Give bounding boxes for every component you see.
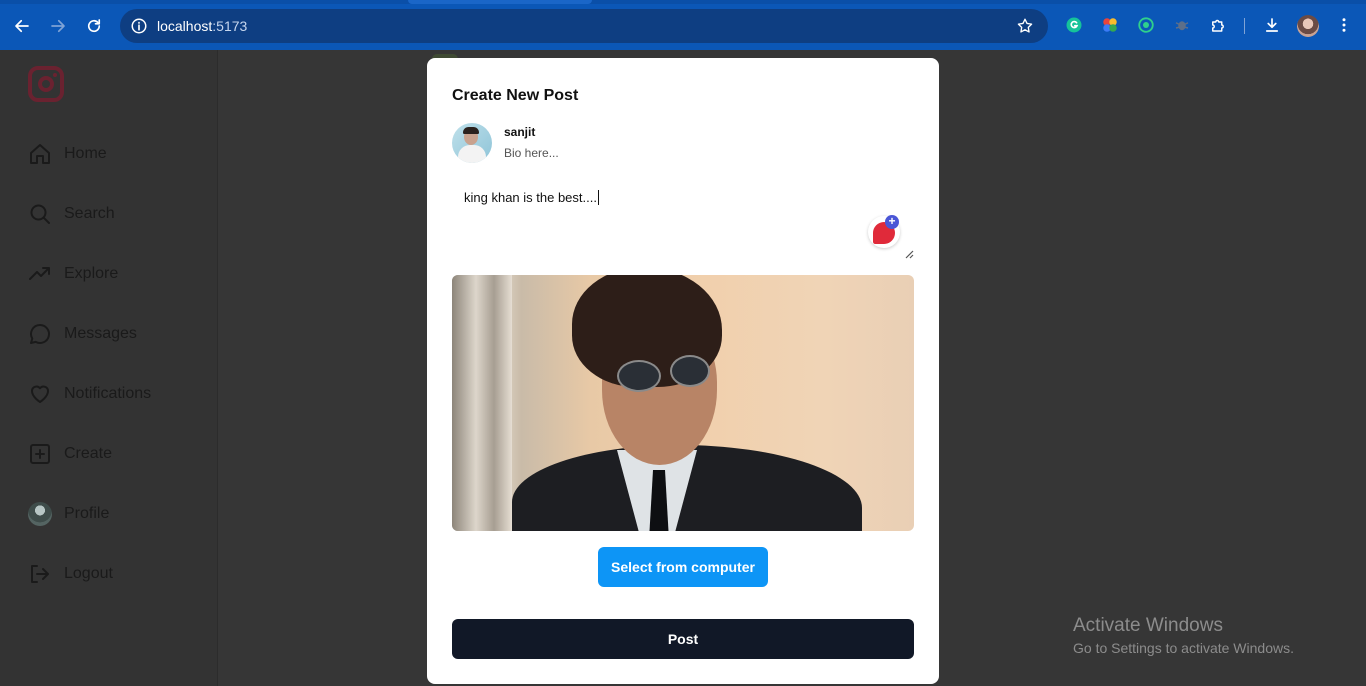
- logout-icon: [28, 562, 52, 586]
- reload-button[interactable]: [81, 13, 107, 39]
- sidebar-item-explore[interactable]: Explore: [28, 260, 118, 288]
- post-button[interactable]: Post: [452, 619, 914, 659]
- bug-extension-icon[interactable]: [1172, 15, 1192, 35]
- sidebar-item-home[interactable]: Home: [28, 140, 107, 168]
- sidebar-item-label: Explore: [64, 265, 119, 282]
- sidebar-item-label: Notifications: [64, 385, 152, 402]
- caption-textarea[interactable]: king khan is the best....: [452, 175, 914, 259]
- extensions-puzzle-icon[interactable]: [1208, 15, 1228, 35]
- info-icon[interactable]: [130, 17, 148, 35]
- tab-strip: [0, 0, 1366, 4]
- back-button[interactable]: [9, 13, 35, 39]
- text-caret: [597, 190, 599, 205]
- sidebar-item-logout[interactable]: Logout: [28, 560, 113, 588]
- grammarly-extension-icon[interactable]: [1064, 15, 1084, 35]
- reload-icon: [87, 19, 101, 33]
- resize-handle-icon[interactable]: [904, 249, 914, 259]
- bio-text: Bio here...: [504, 146, 559, 160]
- search-icon: [28, 202, 52, 226]
- bookmark-star-icon[interactable]: [1016, 17, 1034, 35]
- arrow-right-icon: [51, 19, 65, 33]
- sidebar: Home Search Explore Messages Notificatio…: [0, 50, 218, 686]
- sidebar-item-search[interactable]: Search: [28, 200, 115, 228]
- avatar: [28, 502, 52, 526]
- trending-up-icon: [28, 262, 52, 286]
- heart-icon: [28, 382, 52, 406]
- target-extension-icon[interactable]: [1136, 15, 1156, 35]
- message-bubble-icon: [28, 322, 52, 346]
- username[interactable]: sanjit: [504, 125, 535, 139]
- activate-windows-title: Activate Windows: [1073, 615, 1223, 636]
- toolbar-divider: [1244, 18, 1245, 34]
- post-image-preview: [452, 275, 914, 531]
- instagram-logo-icon[interactable]: [28, 66, 64, 102]
- select-from-computer-button[interactable]: Select from computer: [598, 547, 768, 587]
- sidebar-item-create[interactable]: Create: [28, 440, 112, 468]
- plus-square-icon: [28, 442, 52, 466]
- sidebar-item-label: Profile: [64, 505, 110, 522]
- color-picker-extension-icon[interactable]: [1100, 15, 1120, 35]
- home-icon: [28, 142, 52, 166]
- sidebar-item-notifications[interactable]: Notifications: [28, 380, 151, 408]
- sidebar-item-label: Create: [64, 445, 113, 462]
- sidebar-item-label: Logout: [64, 565, 113, 582]
- active-tab[interactable]: [408, 0, 592, 4]
- browser-profile-avatar[interactable]: [1297, 15, 1319, 37]
- modal-title: Create New Post: [452, 87, 579, 104]
- activate-windows-subtitle: Go to Settings to activate Windows.: [1073, 640, 1294, 656]
- avatar[interactable]: [452, 123, 492, 163]
- download-icon[interactable]: [1262, 15, 1282, 35]
- address-bar[interactable]: localhost:5173: [120, 9, 1048, 43]
- sidebar-item-profile[interactable]: Profile: [28, 500, 109, 528]
- browser-toolbar: localhost:5173: [0, 0, 1366, 50]
- sidebar-item-label: Messages: [64, 325, 137, 342]
- caption-value: king khan is the best....: [464, 190, 599, 205]
- create-post-modal: Create New Post sanjit Bio here... king …: [427, 58, 939, 684]
- grammarly-badge-icon[interactable]: +: [868, 215, 900, 248]
- more-menu-icon[interactable]: [1334, 15, 1354, 35]
- caption-text: king khan is the best....: [464, 190, 597, 205]
- url-host: localhost: [157, 18, 213, 34]
- sidebar-item-label: Home: [64, 145, 107, 162]
- url-text: localhost:5173: [157, 18, 247, 34]
- arrow-left-icon: [15, 19, 29, 33]
- sidebar-item-messages[interactable]: Messages: [28, 320, 137, 348]
- forward-button[interactable]: [45, 13, 71, 39]
- sidebar-item-label: Search: [64, 205, 115, 222]
- url-port: :5173: [212, 18, 248, 34]
